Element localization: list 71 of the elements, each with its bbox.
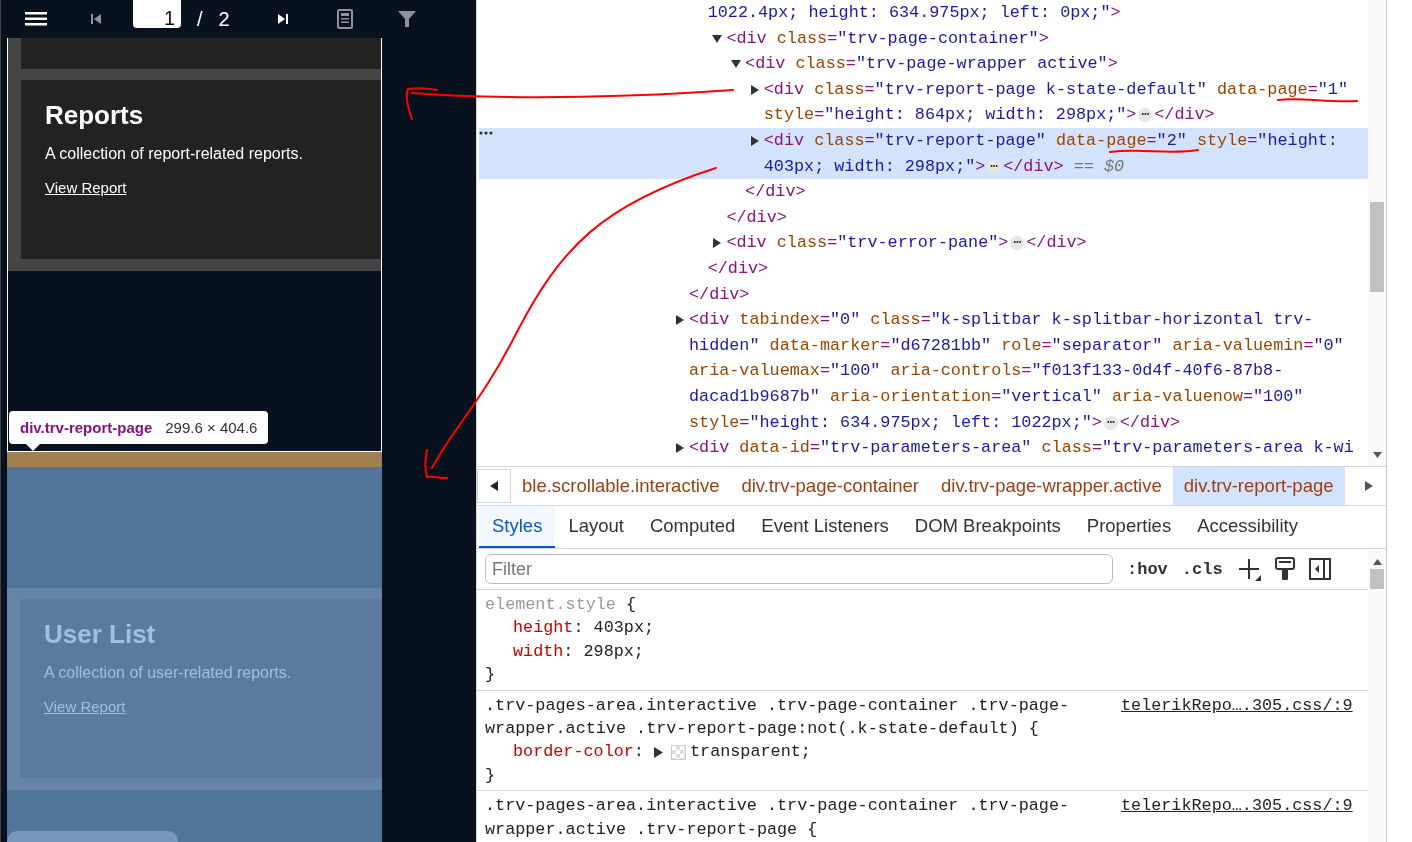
- scroll-up-icon[interactable]: [1372, 559, 1382, 565]
- more-dots-icon[interactable]: [479, 130, 493, 135]
- closing-tag: </div>: [689, 284, 750, 304]
- scrollbar[interactable]: [1368, 549, 1386, 842]
- closing-tag: </div>: [707, 258, 769, 278]
- collapsed-caret-icon[interactable]: [749, 135, 760, 146]
- collapsed-caret-icon[interactable]: [675, 443, 685, 454]
- css-selector: element.style {: [485, 594, 638, 616]
- css-selector: .trv-pages-area.interactive .trv-page-container .trv-page-wrapper.active .trv-report-page {: [485, 795, 1071, 841]
- panel-tab[interactable]: Computed: [636, 506, 749, 548]
- panel-tab[interactable]: DOM Breakpoints: [901, 506, 1074, 548]
- dom-node-row[interactable]: <div class="trv-error-pane"> ⋯ </div>: [479, 230, 1368, 256]
- plus-icon[interactable]: [1236, 557, 1261, 581]
- page-count: 2: [218, 7, 230, 31]
- css-declaration[interactable]: border-color: transparent;: [485, 740, 1095, 764]
- toggle-button[interactable]: .cls: [1181, 559, 1223, 579]
- collapsed-caret-icon[interactable]: [675, 315, 685, 326]
- dom-node-row[interactable]: <div class="trv-page-wrapper active">: [479, 51, 1368, 77]
- stylesheet-link[interactable]: telerikRepo….305.css/:9: [1121, 794, 1353, 842]
- dom-node-row[interactable]: <div class="trv-report-page" data-page="2" style="height: 403px; width: 298px;"> ⋯ </div> == $0: [479, 127, 1368, 180]
- panel-tab[interactable]: Layout: [555, 506, 637, 548]
- closing-tag: </div>: [745, 182, 806, 202]
- breadcrumb[interactable]: div.trv-page-wrapper.active: [930, 467, 1173, 505]
- page-separator: /: [197, 7, 203, 31]
- element-size: 299.6 × 404.6: [165, 419, 258, 436]
- collapsed-caret-icon[interactable]: [712, 238, 723, 249]
- closing-brace: }: [485, 764, 497, 787]
- expand-caret-icon[interactable]: [654, 746, 663, 758]
- dom-node-row[interactable]: <div data-id="trv-parameters-area" class="trv-parameters-area k-wi: [479, 435, 1368, 461]
- panel-tab[interactable]: Accessibility: [1184, 506, 1311, 548]
- breadcrumb[interactable]: div.trv-report-page: [1172, 467, 1345, 505]
- breadcrumb[interactable]: div.trv-page-container: [730, 467, 930, 505]
- scrollbar-thumb[interactable]: [1370, 569, 1384, 589]
- element-selector: div.trv-report-page: [20, 419, 153, 436]
- collapsed-content-badge[interactable]: ⋯: [1138, 108, 1153, 123]
- card-description: A collection of user-related reports.: [44, 664, 292, 682]
- dom-node-row[interactable]: <div class="trv-report-page k-state-default" data-page="1" style="height: 864px; width: 298px;"> ⋯ </div>: [479, 76, 1368, 128]
- view-report-link[interactable]: View Report: [45, 179, 127, 196]
- scrollbar[interactable]: [1368, 0, 1386, 466]
- filter-field[interactable]: Filter: [485, 554, 1113, 584]
- panel-tab[interactable]: Styles: [479, 506, 556, 548]
- collapsed-content-badge[interactable]: ⋯: [1103, 415, 1118, 430]
- card-title: User List: [44, 619, 156, 650]
- caret-right-icon: [1365, 481, 1373, 491]
- page-number-field[interactable]: 1: [133, 0, 181, 28]
- collapsed-content-badge[interactable]: ⋯: [987, 159, 1002, 174]
- css-declaration[interactable]: height: 403px;: [485, 616, 1095, 640]
- closing-brace: }: [485, 664, 497, 687]
- dom-node-row[interactable]: <div tabindex="0" class="k-splitbar k-splitbar-horizontal trv-hidden" data-marker="d67281bb" role="separator" aria-valuemin="0" aria-valuemax="100" aria-controls="f013f133-0d4f-40f6-87b8-dacad1b9687b" aria-orientation="vertical" aria-valuenow="100" style="height: 634.975px; left: 1022px;"> ⋯ </div>: [479, 307, 1368, 436]
- collapsed-content-badge[interactable]: ⋯: [1010, 236, 1025, 251]
- caret-left-icon: [490, 481, 498, 491]
- scroll-down-icon[interactable]: [1372, 452, 1382, 458]
- breadcrumb[interactable]: ble.scrollable.interactive: [511, 467, 731, 505]
- panel-tab[interactable]: Properties: [1073, 506, 1185, 548]
- stylesheet-link[interactable]: telerikRepo….305.css/:9: [1121, 693, 1353, 788]
- color-swatch[interactable]: [671, 744, 686, 760]
- toggle-button[interactable]: :hov: [1127, 559, 1168, 579]
- panel-tab[interactable]: Event Listeners: [748, 506, 902, 548]
- collapsed-caret-icon[interactable]: [749, 84, 760, 95]
- css-declaration[interactable]: width: 298px;: [485, 639, 1095, 664]
- expanded-caret-icon[interactable]: [731, 59, 742, 70]
- closing-tag: </div>: [726, 207, 787, 227]
- dom-node-row[interactable]: 1022.4px; height: 634.975px; left: 0px;">: [479, 0, 1368, 26]
- sidebar-toggle-icon[interactable]: [1308, 558, 1331, 580]
- card-description: A collection of report-related reports.: [45, 145, 303, 163]
- expanded-caret-icon[interactable]: [712, 33, 723, 44]
- paint-brush-icon[interactable]: [1274, 557, 1295, 581]
- scrollbar-thumb[interactable]: [1370, 202, 1384, 292]
- dom-node-row[interactable]: <div class="trv-page-container">: [479, 25, 1368, 52]
- card-title: Reports: [45, 100, 144, 131]
- scroll-left-button[interactable]: [477, 469, 511, 503]
